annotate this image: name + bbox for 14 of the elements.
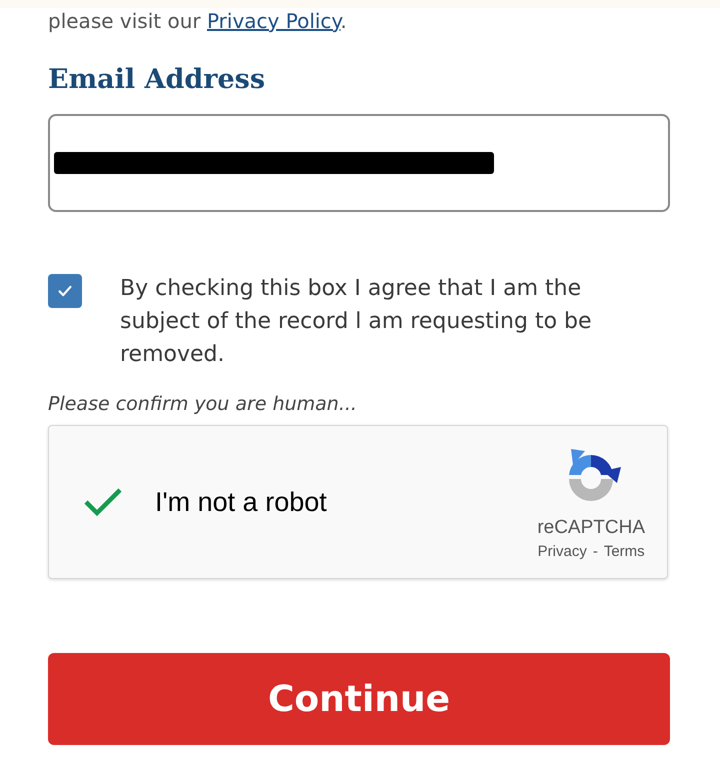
check-icon[interactable] — [83, 487, 123, 517]
captcha-hint: Please confirm you are human... — [48, 392, 358, 417]
privacy-sentence: please visit our Privacy Policy. — [48, 8, 348, 34]
continue-button[interactable]: Continue — [48, 653, 670, 745]
captcha-label: I'm not a robot — [155, 486, 327, 518]
field-label: Email Address — [48, 63, 266, 97]
privacy-link[interactable]: Privacy Policy — [206, 9, 340, 33]
terms-link[interactable]: Terms — [604, 542, 645, 560]
consent-checkbox[interactable] — [48, 274, 82, 308]
privacy-link[interactable]: Privacy — [538, 542, 587, 560]
consent-text: By checking this box I agree that I am the subject of the record l am requesting to be removed. — [120, 275, 593, 369]
captcha-brand: reCAPTCHA — [537, 516, 645, 538]
email-field[interactable] — [48, 114, 670, 212]
separator: - — [592, 542, 598, 560]
